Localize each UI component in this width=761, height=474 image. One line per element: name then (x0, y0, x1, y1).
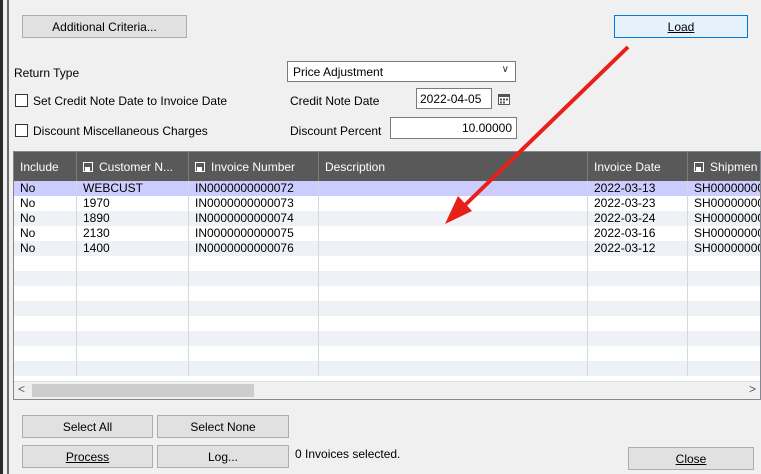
process-button[interactable]: Process (22, 445, 153, 468)
log-label: Log... (207, 449, 239, 464)
process-label: Process (65, 449, 110, 464)
close-label: Close (675, 451, 707, 466)
select-none-button[interactable]: Select None (157, 415, 289, 438)
select-all-button[interactable]: Select All (22, 415, 153, 438)
close-button[interactable]: Close (628, 447, 754, 470)
log-button[interactable]: Log... (157, 445, 289, 468)
annotation-arrow (445, 45, 630, 224)
selection-status: 0 Invoices selected. (295, 447, 401, 461)
select-none-label: Select None (190, 419, 256, 434)
select-all-label: Select All (62, 419, 113, 434)
